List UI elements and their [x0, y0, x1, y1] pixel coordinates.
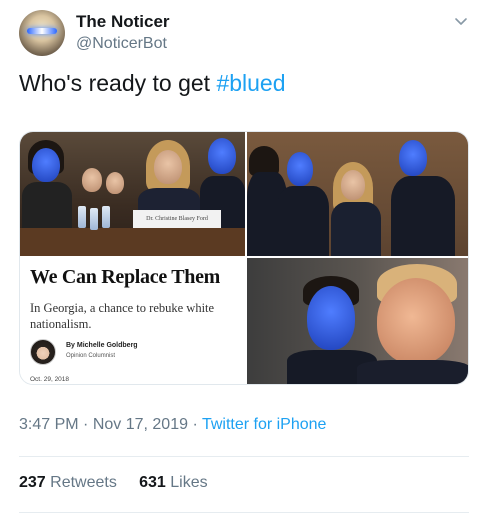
hashtag-link[interactable]: #blued — [216, 70, 285, 96]
person-face — [154, 150, 182, 184]
person-body — [391, 176, 455, 256]
person-body — [357, 360, 468, 384]
tweet-source-link[interactable]: Twitter for iPhone — [202, 416, 327, 433]
media-photo-two-men[interactable] — [247, 258, 468, 384]
media-article-card[interactable]: We Can Replace Them In Georgia, a chance… — [20, 258, 245, 384]
person-body — [277, 186, 329, 256]
retweets-label: Retweets — [50, 474, 117, 491]
user-avatar[interactable] — [19, 10, 65, 56]
water-bottle — [90, 208, 98, 230]
person-face — [106, 172, 124, 194]
article-author: By Michelle Goldberg — [66, 342, 138, 349]
tweet-date[interactable]: Nov 17, 2019 — [93, 416, 188, 433]
likes-label: Likes — [170, 474, 208, 491]
likes-stat[interactable]: 631 Likes — [139, 474, 208, 491]
article-headline: We Can Replace Them — [30, 266, 221, 288]
hearing-desk — [20, 228, 245, 256]
tweet-timestamp: 3:47 PM · Nov 17, 2019 · Twitter for iPh… — [19, 416, 327, 433]
media-photo-group[interactable] — [247, 132, 468, 256]
nameplate: Dr. Christine Blasey Ford — [133, 210, 221, 228]
water-bottle — [102, 206, 110, 228]
retweets-stat[interactable]: 237 Retweets — [19, 474, 117, 491]
blue-face — [208, 138, 236, 174]
person-face — [377, 278, 455, 364]
tweet-stats: 237 Retweets 631 Likes — [19, 474, 208, 492]
divider — [19, 456, 469, 457]
retweets-count: 237 — [19, 474, 46, 491]
blue-face — [307, 286, 355, 350]
article-date: Oct. 29, 2018 — [30, 376, 70, 383]
person-body — [22, 182, 72, 228]
tweet-text: Who's ready to get #blued — [19, 70, 286, 97]
media-grid[interactable]: Dr. Christine Blasey Ford We Can Replace… — [19, 131, 469, 385]
author-avatar — [30, 339, 56, 365]
tweet-time[interactable]: 3:47 PM — [19, 416, 79, 433]
person-body — [331, 202, 381, 256]
water-bottle — [78, 206, 86, 228]
chevron-down-icon[interactable] — [454, 14, 468, 28]
likes-count: 631 — [139, 474, 166, 491]
user-handle[interactable]: @NoticerBot — [76, 35, 167, 53]
blue-face — [32, 148, 60, 182]
glowing-eyes-icon — [27, 28, 57, 34]
display-name[interactable]: The Noticer — [76, 12, 170, 32]
person-face — [82, 168, 102, 192]
article-author-role: Opinion Columnist — [66, 353, 116, 359]
divider — [19, 512, 469, 513]
media-photo-hearing[interactable]: Dr. Christine Blasey Ford — [20, 132, 245, 256]
article-subhead: In Georgia, a chance to rebuke white nat… — [30, 301, 215, 331]
blue-face — [399, 140, 427, 176]
blue-face — [287, 152, 313, 186]
person-face — [341, 170, 365, 200]
tweet-text-body: Who's ready to get — [19, 70, 217, 96]
